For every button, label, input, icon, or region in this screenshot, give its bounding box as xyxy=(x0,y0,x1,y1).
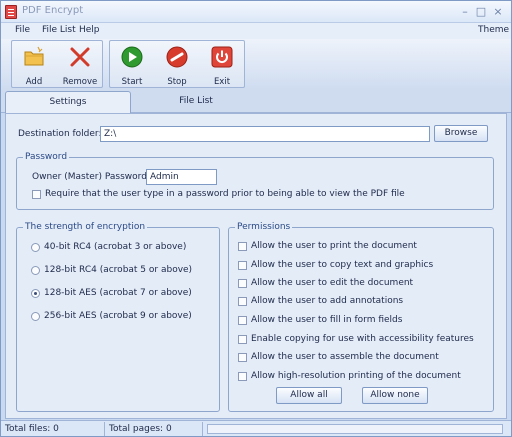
toolbar: Add Remove Start Stop Exit xyxy=(1,39,511,89)
total-files-status: Total files: 0 xyxy=(1,422,105,436)
encryption-group-title: The strength of encryption xyxy=(25,222,146,232)
exit-label: Exit xyxy=(213,77,231,87)
window-title: PDF Encrypt xyxy=(22,5,84,16)
maximize-button[interactable]: □ xyxy=(474,5,488,18)
perm-print-checkbox[interactable] xyxy=(238,242,247,251)
total-pages-status: Total pages: 0 xyxy=(105,422,203,436)
perm-annotate-label: Allow the user to add annotations xyxy=(251,296,404,306)
power-icon xyxy=(211,46,233,68)
tab-settings[interactable]: Settings xyxy=(5,91,131,113)
close-button[interactable]: × xyxy=(491,5,505,18)
perm-accessibility-checkbox[interactable] xyxy=(238,335,247,344)
radio-128-aes[interactable] xyxy=(31,289,40,298)
require-password-checkbox[interactable] xyxy=(32,190,41,199)
password-group-title: Password xyxy=(25,152,68,162)
title-bar: PDF Encrypt – □ × xyxy=(1,1,511,23)
require-password-label: Require that the user type in a password… xyxy=(45,189,405,199)
start-label: Start xyxy=(121,77,143,87)
radio-256-aes-label: 256-bit AES (acrobat 9 or above) xyxy=(44,311,192,321)
add-label: Add xyxy=(25,77,43,87)
perm-print-label: Allow the user to print the document xyxy=(251,241,417,251)
perm-assemble-label: Allow the user to assemble the document xyxy=(251,352,439,362)
tab-file-list[interactable]: File List xyxy=(133,91,259,113)
allow-all-button[interactable]: Allow all xyxy=(276,387,342,404)
allow-none-button[interactable]: Allow none xyxy=(362,387,428,404)
stop-button[interactable]: Stop xyxy=(155,41,199,89)
perm-hires-print-checkbox[interactable] xyxy=(238,372,247,381)
perm-copy-checkbox[interactable] xyxy=(238,261,247,270)
toolbar-group-files: Add Remove xyxy=(11,40,103,88)
perm-edit-label: Allow the user to edit the document xyxy=(251,278,414,288)
radio-128-rc4[interactable] xyxy=(31,266,40,275)
perm-copy-label: Allow the user to copy text and graphics xyxy=(251,260,434,270)
destination-input[interactable]: Z:\ xyxy=(100,126,430,142)
radio-128-rc4-label: 128-bit RC4 (acrobat 5 or above) xyxy=(44,265,193,275)
perm-fill-forms-label: Allow the user to fill in form fields xyxy=(251,315,403,325)
folder-add-icon xyxy=(24,46,44,66)
red-stop-icon xyxy=(166,46,188,68)
minimize-button[interactable]: – xyxy=(458,5,472,18)
remove-button[interactable]: Remove xyxy=(58,41,102,89)
tab-strip: Settings File List xyxy=(1,89,511,113)
settings-panel: Destination folder: Z:\ Browse Password … xyxy=(5,113,507,419)
toolbar-group-process: Start Stop Exit xyxy=(109,40,245,88)
status-bar: Total files: 0 Total pages: 0 xyxy=(1,420,511,436)
app-window: PDF Encrypt – □ × File File List Help Th… xyxy=(0,0,512,437)
exit-button[interactable]: Exit xyxy=(200,41,244,89)
owner-password-input[interactable]: Admin xyxy=(146,169,217,185)
progress-bar xyxy=(207,424,503,434)
perm-assemble-checkbox[interactable] xyxy=(238,353,247,362)
add-button[interactable]: Add xyxy=(12,41,56,89)
perm-edit-checkbox[interactable] xyxy=(238,279,247,288)
radio-256-aes[interactable] xyxy=(31,312,40,321)
pdf-app-icon xyxy=(5,5,17,19)
owner-password-label: Owner (Master) Password: xyxy=(32,172,150,182)
start-button[interactable]: Start xyxy=(110,41,154,89)
menu-file-list[interactable]: File List xyxy=(42,25,76,35)
perm-accessibility-label: Enable copying for use with accessibilit… xyxy=(251,334,474,344)
menu-bar: File File List Help Theme xyxy=(1,23,511,39)
permissions-group-title: Permissions xyxy=(237,222,291,232)
menu-theme[interactable]: Theme xyxy=(478,25,509,35)
destination-label: Destination folder: xyxy=(18,129,102,139)
remove-label: Remove xyxy=(62,77,98,87)
perm-annotate-checkbox[interactable] xyxy=(238,297,247,306)
radio-40-rc4[interactable] xyxy=(31,243,40,252)
perm-fill-forms-checkbox[interactable] xyxy=(238,316,247,325)
radio-40-rc4-label: 40-bit RC4 (acrobat 3 or above) xyxy=(44,242,187,252)
browse-button[interactable]: Browse xyxy=(434,125,488,142)
stop-label: Stop xyxy=(167,77,187,87)
perm-hires-print-label: Allow high-resolution printing of the do… xyxy=(251,371,461,381)
menu-help[interactable]: Help xyxy=(79,25,100,35)
red-x-icon xyxy=(70,47,90,67)
radio-128-aes-label: 128-bit AES (acrobat 7 or above) xyxy=(44,288,192,298)
green-play-icon xyxy=(121,46,143,68)
menu-file[interactable]: File xyxy=(15,25,30,35)
